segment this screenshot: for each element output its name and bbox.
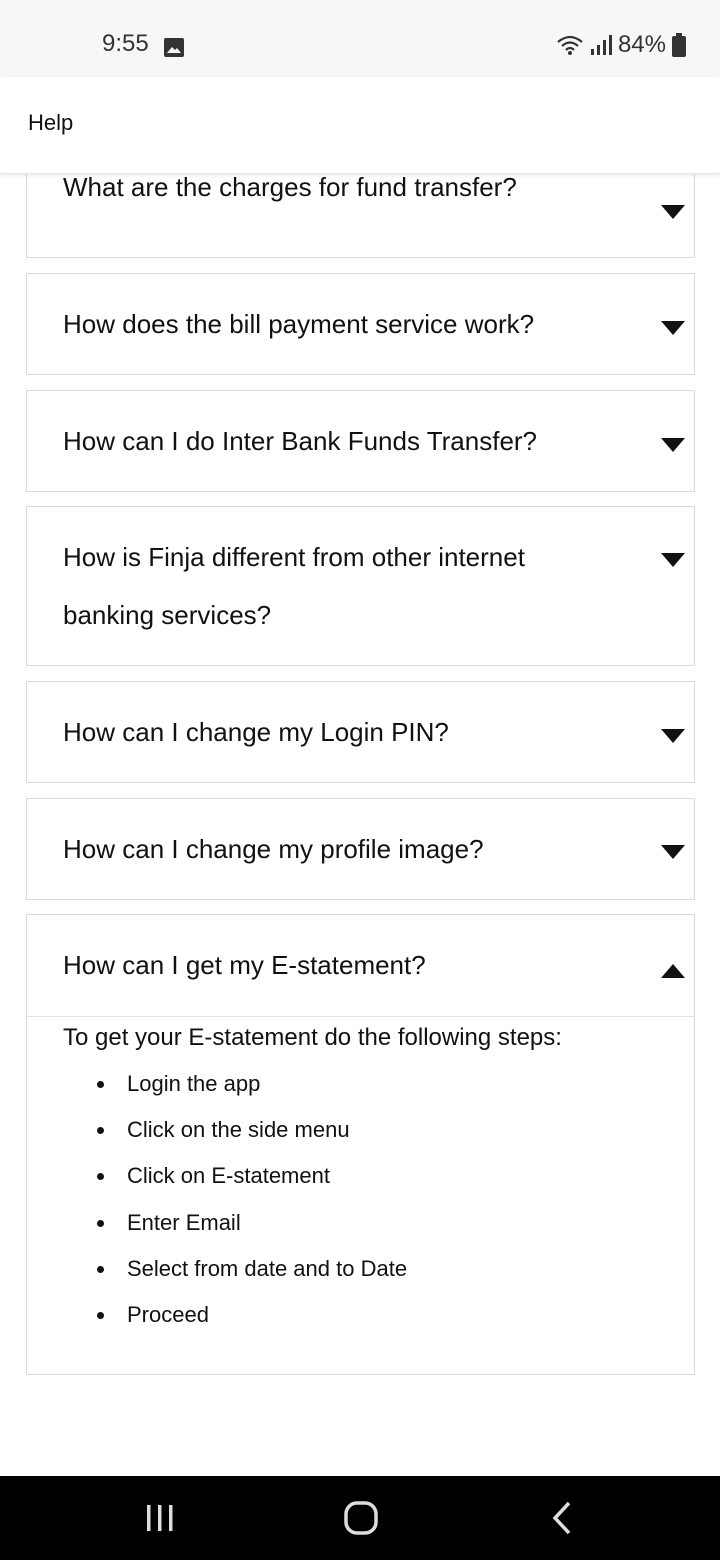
answer-intro: To get your E-statement do the following… <box>63 1024 562 1051</box>
bullet <box>97 1311 104 1319</box>
faq-question: How is Finja different from other intern… <box>63 542 525 630</box>
signal-icon <box>590 35 612 55</box>
faq-question: How can I change my Login PIN? <box>63 717 449 747</box>
chevron-down-icon[interactable] <box>661 438 685 452</box>
faq-item[interactable]: How can I do Inter Bank Funds Transfer? <box>26 390 695 492</box>
faq-question: How can I change my profile image? <box>63 834 484 864</box>
list-item: Enter Email <box>63 1208 407 1254</box>
answer-divider <box>27 1016 694 1017</box>
bullet <box>97 1265 104 1273</box>
list-item: Click on the side menu <box>63 1115 407 1161</box>
faq-item[interactable]: How is Finja different from other intern… <box>26 506 695 666</box>
faq-question: How can I get my E-statement? <box>63 950 426 980</box>
wifi-icon <box>557 35 583 55</box>
status-icons: 84% <box>556 30 686 60</box>
step-text: Proceed <box>127 1301 209 1327</box>
back-icon[interactable] <box>543 1500 583 1536</box>
faq-question: What are the charges for fund transfer? <box>63 174 517 202</box>
bullet <box>97 1173 104 1181</box>
list-item: Login the app <box>63 1069 407 1115</box>
faq-item[interactable]: What are the charges for fund transfer? <box>26 174 695 258</box>
faq-item[interactable]: How does the bill payment service work? <box>26 273 695 375</box>
chevron-up-icon[interactable] <box>661 964 685 978</box>
chevron-down-icon[interactable] <box>661 321 685 335</box>
chevron-down-icon[interactable] <box>661 205 685 219</box>
faq-item[interactable]: How can I change my Login PIN? <box>26 681 695 783</box>
recent-apps-icon[interactable] <box>140 1500 180 1536</box>
step-text: Select from date and to Date <box>127 1255 408 1281</box>
faq-question: How can I do Inter Bank Funds Transfer? <box>63 426 538 456</box>
chevron-down-icon[interactable] <box>661 729 685 743</box>
faq-question: How does the bill payment service work? <box>63 309 535 339</box>
status-time: 9:55 <box>102 30 149 57</box>
bullet <box>97 1127 104 1135</box>
bullet <box>97 1219 104 1227</box>
list-item: Click on E-statement <box>63 1161 407 1207</box>
chevron-down-icon[interactable] <box>661 845 685 859</box>
status-bar: 9:55 84% <box>0 0 720 77</box>
step-text: Enter Email <box>127 1209 241 1235</box>
page-title: Help <box>28 110 74 135</box>
app-bar: Help <box>0 77 720 174</box>
faq-item-expanded[interactable]: How can I get my E-statement? To get you… <box>26 914 695 1375</box>
bullet <box>97 1081 104 1088</box>
battery-percent: 84% <box>617 31 666 58</box>
list-item: Select from date and to Date <box>63 1254 407 1300</box>
step-text: Click on E-statement <box>127 1163 330 1189</box>
list-item: Proceed <box>63 1300 407 1346</box>
chevron-down-icon[interactable] <box>661 553 685 567</box>
faq-item[interactable]: How can I change my profile image? <box>26 798 695 900</box>
faq-list: What are the charges for fund transfer? … <box>0 174 720 1476</box>
navigation-bar <box>0 1476 720 1560</box>
step-text: Click on the side menu <box>127 1117 350 1143</box>
step-text: Login the app <box>127 1071 261 1096</box>
photo-icon <box>164 38 184 57</box>
battery-icon <box>672 33 686 57</box>
answer-steps: Login the app Click on the side menu Cli… <box>63 1069 407 1346</box>
home-icon[interactable] <box>341 1500 381 1536</box>
